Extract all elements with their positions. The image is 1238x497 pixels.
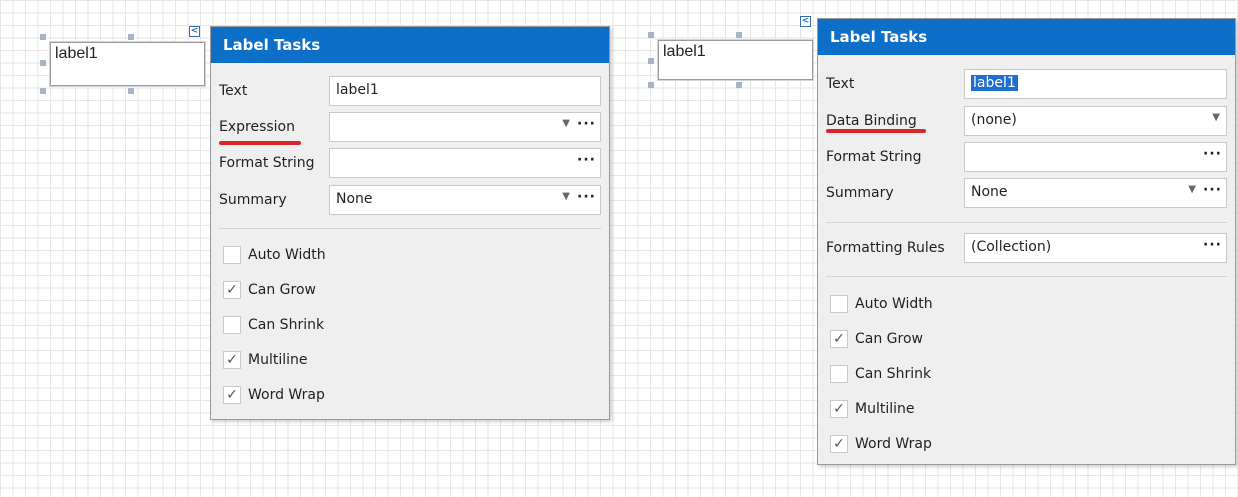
ellipsis-button[interactable]: ··· — [1203, 182, 1222, 198]
checkmark-icon[interactable]: ✓ — [223, 281, 241, 299]
dropdown-arrow-icon[interactable]: ▼ — [1188, 184, 1196, 195]
panel-title: Label Tasks — [211, 27, 609, 63]
checkbox-label: Multiline — [248, 352, 308, 368]
summary-label: Summary — [219, 192, 287, 208]
summary-value: None — [971, 184, 1008, 200]
resize-handle[interactable] — [128, 34, 134, 40]
label-tasks-panel-right: Label Tasks Text label1 Data Binding (no… — [817, 18, 1236, 465]
formatting-rules-value: (Collection) — [971, 239, 1052, 255]
text-input[interactable]: label1 — [329, 76, 601, 106]
checkbox-label: Can Grow — [248, 282, 316, 298]
resize-handle[interactable] — [648, 32, 654, 38]
resize-handle[interactable] — [40, 34, 46, 40]
checkbox-box[interactable] — [223, 246, 241, 264]
text-label: Text — [219, 83, 248, 99]
resize-handle[interactable] — [736, 82, 742, 88]
dropdown-arrow-icon[interactable]: ▼ — [1212, 112, 1220, 123]
expression-row: Expression ▼ ··· — [211, 112, 609, 142]
data-binding-combo[interactable]: (none) ▼ — [964, 106, 1227, 136]
data-binding-label: Data Binding — [826, 113, 917, 129]
formatting-rules-input[interactable]: (Collection) ··· — [964, 233, 1227, 263]
text-input[interactable]: label1 — [964, 69, 1227, 99]
formatting-rules-label: Formatting Rules — [826, 240, 945, 256]
chevron-left-icon: < — [190, 26, 199, 36]
expression-combo[interactable]: ▼ ··· — [329, 112, 601, 142]
divider — [826, 222, 1227, 223]
checkmark-icon[interactable]: ✓ — [830, 400, 848, 418]
checkmark-icon[interactable]: ✓ — [223, 386, 241, 404]
resize-handle[interactable] — [648, 82, 654, 88]
expression-label: Expression — [219, 119, 295, 135]
red-underline-annotation — [219, 141, 301, 145]
smart-tag-button[interactable]: < — [800, 16, 811, 27]
summary-row: Summary None ▼ ··· — [818, 178, 1235, 208]
chevron-left-icon: < — [801, 16, 810, 26]
summary-label: Summary — [826, 185, 894, 201]
smart-tag-button[interactable]: < — [189, 26, 200, 37]
resize-handle[interactable] — [40, 88, 46, 94]
checkmark-icon[interactable]: ✓ — [830, 435, 848, 453]
resize-handle[interactable] — [736, 32, 742, 38]
text-row: Text label1 — [211, 76, 609, 106]
ellipsis-button[interactable]: ··· — [1203, 237, 1222, 253]
label-control-text: label1 — [55, 45, 98, 62]
checkbox-label: Word Wrap — [855, 436, 932, 452]
checkbox-label: Word Wrap — [248, 387, 325, 403]
summary-combo[interactable]: None ▼ ··· — [329, 185, 601, 215]
checkmark-icon[interactable]: ✓ — [223, 351, 241, 369]
checkbox-label: Can Grow — [855, 331, 923, 347]
formatting-rules-row: Formatting Rules (Collection) ··· — [818, 233, 1235, 263]
report-label-control[interactable]: label1 — [50, 42, 205, 86]
format-string-row: Format String ··· — [818, 142, 1235, 172]
summary-combo[interactable]: None ▼ ··· — [964, 178, 1227, 208]
format-string-label: Format String — [826, 149, 922, 165]
checkbox-box[interactable] — [830, 365, 848, 383]
dropdown-arrow-icon[interactable]: ▼ — [562, 118, 570, 129]
red-underline-annotation — [826, 129, 926, 133]
format-string-row: Format String ··· — [211, 148, 609, 178]
resize-handle[interactable] — [648, 58, 654, 64]
text-row: Text label1 — [818, 69, 1235, 99]
format-string-input[interactable]: ··· — [964, 142, 1227, 172]
divider — [826, 276, 1227, 277]
text-input-value: label1 — [336, 82, 379, 98]
dropdown-arrow-icon[interactable]: ▼ — [562, 191, 570, 202]
checkbox-label: Auto Width — [248, 247, 326, 263]
label-control-text: label1 — [663, 43, 706, 60]
ellipsis-button[interactable]: ··· — [1203, 146, 1222, 162]
resize-handle[interactable] — [128, 88, 134, 94]
checkmark-icon[interactable]: ✓ — [830, 330, 848, 348]
format-string-input[interactable]: ··· — [329, 148, 601, 178]
checkbox-box[interactable] — [223, 316, 241, 334]
checkbox-label: Auto Width — [855, 296, 933, 312]
summary-row: Summary None ▼ ··· — [211, 185, 609, 215]
ellipsis-button[interactable]: ··· — [577, 189, 596, 205]
checkbox-box[interactable] — [830, 295, 848, 313]
checkbox-label: Can Shrink — [248, 317, 325, 333]
checkbox-label: Multiline — [855, 401, 915, 417]
text-input-value-selected: label1 — [971, 75, 1018, 91]
checkbox-label: Can Shrink — [855, 366, 932, 382]
panel-title: Label Tasks — [818, 19, 1235, 55]
data-binding-value: (none) — [971, 112, 1017, 128]
label-tasks-panel-left: Label Tasks Text label1 Expression ▼ ···… — [210, 26, 610, 420]
text-label: Text — [826, 76, 855, 92]
resize-handle[interactable] — [40, 60, 46, 66]
report-label-control[interactable]: label1 — [658, 40, 813, 80]
ellipsis-button[interactable]: ··· — [577, 116, 596, 132]
summary-value: None — [336, 191, 373, 207]
ellipsis-button[interactable]: ··· — [577, 152, 596, 168]
format-string-label: Format String — [219, 155, 315, 171]
divider — [219, 228, 601, 229]
